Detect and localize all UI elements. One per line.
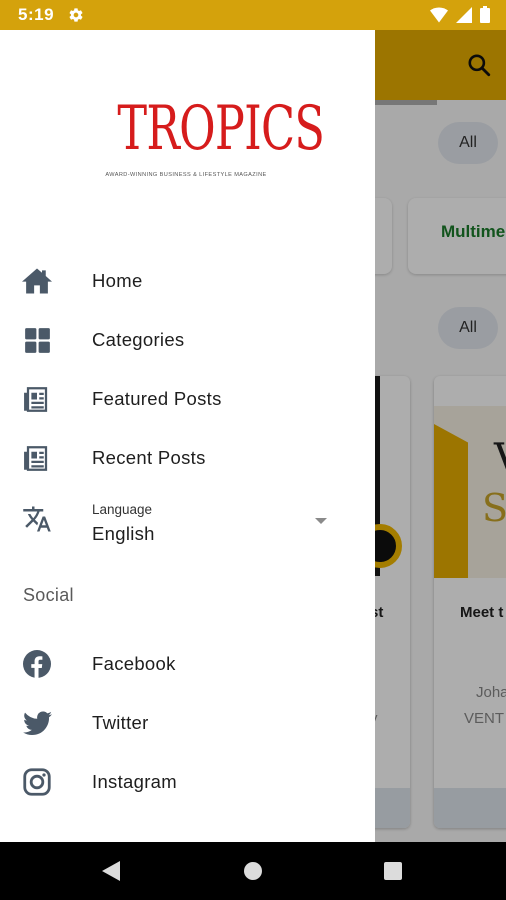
home-button-icon[interactable] — [244, 862, 262, 880]
menu-item-label: Featured Posts — [92, 388, 222, 409]
status-time: 5:19 — [18, 5, 55, 24]
language-value: English — [92, 523, 155, 544]
twitter-icon — [22, 708, 52, 738]
menu-item-featured-posts[interactable]: Featured Posts — [0, 373, 375, 425]
gear-icon — [69, 8, 83, 22]
logo-wordmark: TROPICS — [117, 93, 325, 164]
status-bar: 5:19 — [0, 0, 506, 30]
wifi-icon — [430, 7, 448, 22]
signal-icon — [456, 6, 472, 23]
menu-item-instagram[interactable]: Instagram — [0, 756, 375, 808]
grid-icon — [22, 325, 52, 355]
menu-item-home[interactable]: Home — [0, 255, 375, 307]
facebook-icon — [22, 649, 52, 679]
menu-item-label: Facebook — [92, 653, 176, 674]
battery-icon — [480, 6, 490, 23]
menu-item-categories[interactable]: Categories — [0, 314, 375, 366]
social-section-heading: Social — [23, 585, 74, 605]
menu-item-label: Home — [92, 270, 143, 291]
newspaper-icon — [22, 384, 52, 414]
newspaper-icon — [22, 443, 52, 473]
navigation-drawer: TROPICS AWARD-WINNING BUSINESS & LIFESTY… — [0, 30, 375, 842]
menu-item-twitter[interactable]: Twitter — [0, 697, 375, 749]
home-icon — [22, 266, 52, 296]
logo-tagline: AWARD-WINNING BUSINESS & LIFESTYLE MAGAZ… — [105, 172, 267, 178]
instagram-icon — [22, 767, 52, 797]
menu-item-facebook[interactable]: Facebook — [0, 638, 375, 690]
translate-icon — [22, 504, 54, 534]
recents-icon[interactable] — [384, 862, 402, 880]
brand-logo: TROPICS AWARD-WINNING BUSINESS & LIFESTY… — [92, 93, 325, 179]
menu-item-label: Categories — [92, 329, 185, 350]
language-caption: Language — [92, 502, 153, 517]
menu-item-label: Recent Posts — [92, 447, 206, 468]
menu-item-label: Twitter — [92, 712, 149, 733]
menu-item-label: Instagram — [92, 771, 177, 792]
menu-item-recent-posts[interactable]: Recent Posts — [0, 432, 375, 484]
back-icon[interactable] — [102, 861, 120, 881]
dropdown-arrow-icon — [315, 518, 327, 524]
system-navigation-bar — [0, 842, 506, 900]
language-selector[interactable]: Language English — [0, 496, 375, 556]
